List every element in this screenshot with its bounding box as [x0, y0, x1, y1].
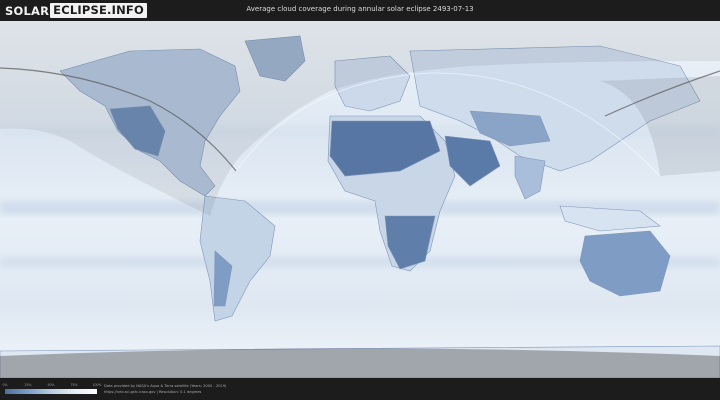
cloud-coverage-legend — [5, 389, 97, 394]
footer-bar: 0% 25% 50% 75% 100% Data provided by NASA's … — [0, 378, 720, 400]
header-bar: SOLAR ECLIPSE.INFO Average cloud coverag… — [0, 0, 720, 21]
legend-tick-label: 0% — [2, 383, 8, 387]
legend-tick-label: 100% — [92, 383, 102, 387]
legend-tick-label: 50% — [47, 383, 55, 387]
legend-tick-label: 25% — [24, 383, 32, 387]
cloud-coverage-map — [0, 21, 720, 378]
credit-line-1: Data provided by NASA's Aqua & Terra sat… — [104, 384, 227, 388]
credit-line-2: https://neo.sci.gsfc.nasa.gov | Resoluti… — [104, 390, 202, 394]
world-map-svg — [0, 21, 720, 378]
map-title: Average cloud coverage during annular so… — [246, 5, 474, 13]
legend-tick-label: 75% — [70, 383, 78, 387]
